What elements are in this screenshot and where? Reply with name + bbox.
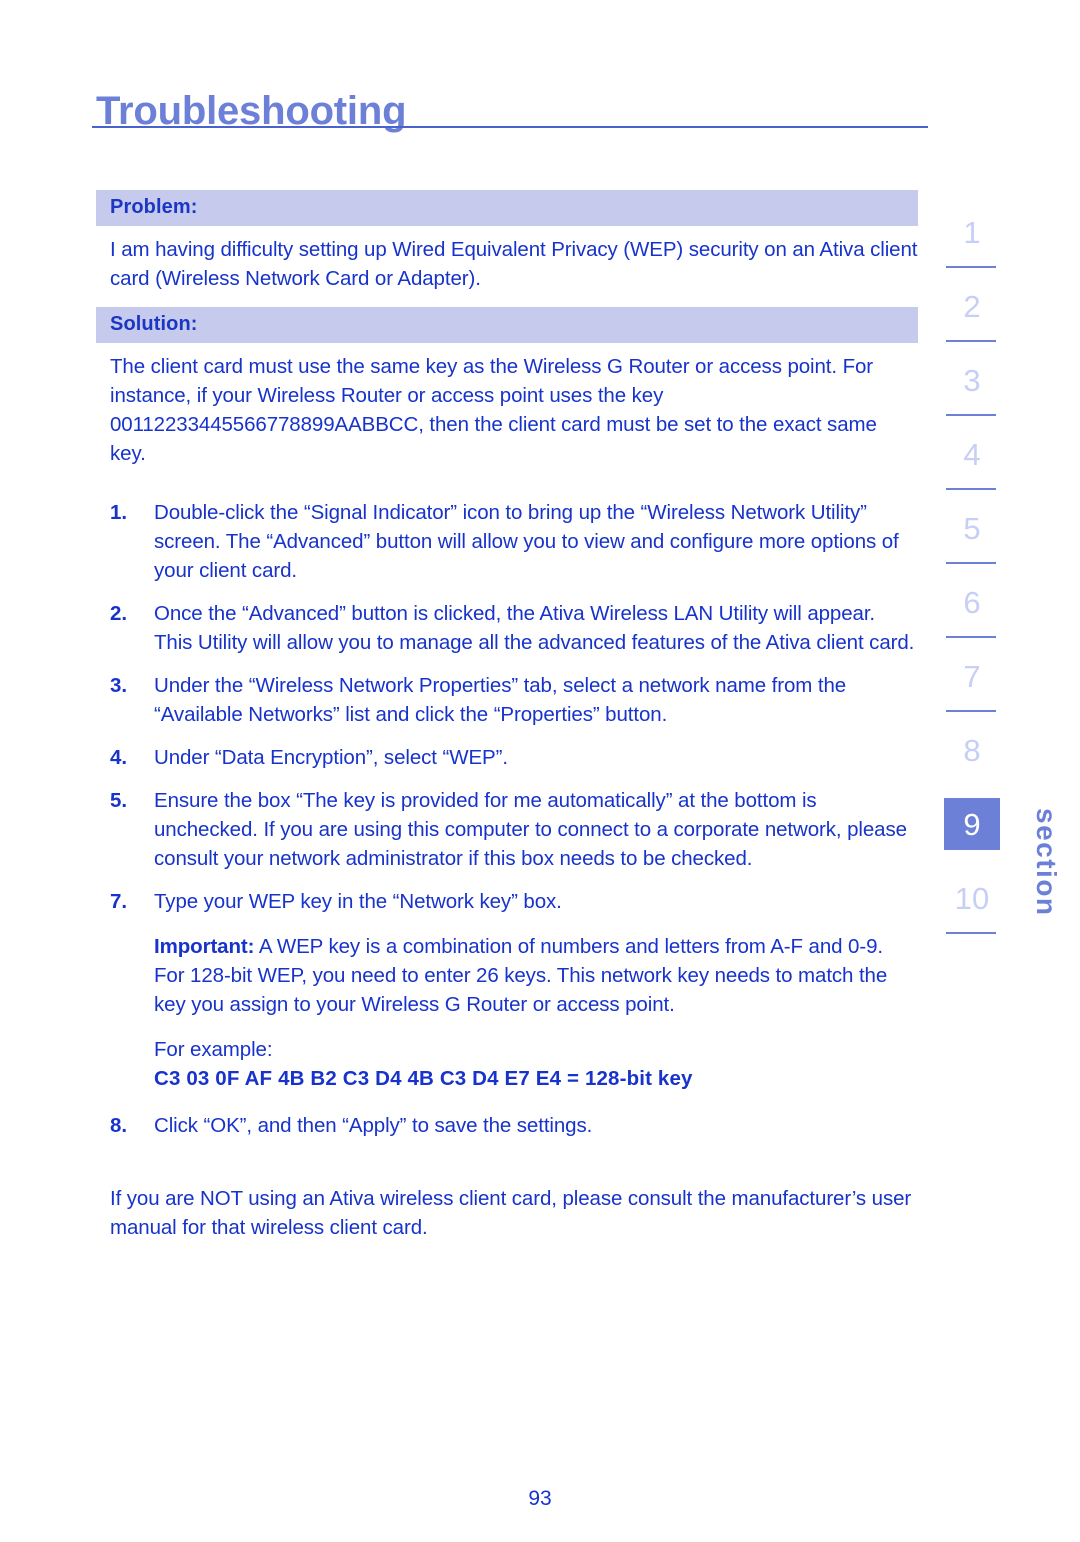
document-page: Troubleshooting Problem: I am having dif… [0, 0, 1080, 1542]
section-tab-2[interactable]: 2 [944, 280, 1016, 354]
section-tab-divider [946, 414, 996, 416]
section-tab-number: 1 [963, 214, 981, 250]
step-number: 3. [110, 674, 128, 697]
section-tab-10[interactable]: 10 [944, 872, 1016, 946]
step-number: 5. [110, 789, 128, 812]
section-tab-5[interactable]: 5 [944, 502, 1016, 576]
section-tab-7[interactable]: 7 [944, 650, 1016, 724]
step-text: Under the “Wireless Network Properties” … [154, 674, 847, 726]
section-rail-label: section [1031, 808, 1062, 917]
section-tab-number: 7 [963, 658, 981, 694]
section-tab-number: 2 [963, 288, 981, 324]
list-item: 8. Click “OK”, and then “Apply” to save … [110, 1111, 918, 1140]
section-tab-divider [946, 710, 996, 712]
step-number: 7. [110, 890, 128, 913]
section-tab-1[interactable]: 1 [944, 206, 1016, 280]
step-number: 8. [110, 1114, 128, 1137]
list-item: 3. Under the “Wireless Network Propertie… [110, 671, 918, 729]
step-text: Type your WEP key in the “Network key” b… [154, 890, 562, 913]
important-label: Important: [154, 935, 255, 958]
step-text: Click “OK”, and then “Apply” to save the… [154, 1114, 593, 1137]
list-item: 7. Type your WEP key in the “Network key… [110, 887, 918, 1093]
section-tab-number: 6 [963, 584, 981, 620]
section-tab-divider [946, 636, 996, 638]
problem-text: I am having difficulty setting up Wired … [110, 238, 918, 290]
section-tab-divider [946, 340, 996, 342]
step-text: Ensure the box “The key is provided for … [154, 789, 907, 870]
section-rail: 1 2 3 4 5 6 7 8 9 10 [944, 206, 1016, 946]
section-tab-divider [946, 488, 996, 490]
important-text: A WEP key is a combination of numbers an… [154, 935, 888, 1016]
list-item: 4. Under “Data Encryption”, select “WEP”… [110, 743, 918, 772]
section-tab-9-active[interactable]: 9 [944, 798, 1016, 872]
section-tab-number: 8 [963, 732, 981, 768]
section-tab-divider [946, 562, 996, 564]
solution-intro: The client card must use the same key as… [110, 355, 877, 465]
list-item: 5. Ensure the box “The key is provided f… [110, 786, 918, 873]
content-column: Problem: I am having difficulty setting … [96, 190, 918, 1242]
step-number: 4. [110, 746, 128, 769]
section-tab-6[interactable]: 6 [944, 576, 1016, 650]
section-tab-number: 10 [954, 880, 990, 916]
list-item: 2. Once the “Advanced” button is clicked… [110, 599, 918, 657]
section-tab-number: 4 [963, 436, 981, 472]
title-divider [92, 126, 928, 128]
step-text-group: Type your WEP key in the “Network key” b… [154, 887, 918, 1093]
example-label: For example: [154, 1038, 273, 1061]
section-tab-divider [946, 266, 996, 268]
important-note: Important: A WEP key is a combination of… [154, 932, 918, 1019]
closing-paragraph: If you are NOT using an Ativa wireless c… [110, 1187, 912, 1239]
section-tab-4[interactable]: 4 [944, 428, 1016, 502]
solution-steps: 1. Double-click the “Signal Indicator” i… [96, 498, 918, 1140]
step-text: Under “Data Encryption”, select “WEP”. [154, 746, 508, 769]
section-tab-3[interactable]: 3 [944, 354, 1016, 428]
example-key: C3 03 0F AF 4B B2 C3 D4 4B C3 D4 E7 E4 =… [154, 1067, 693, 1090]
section-tab-8[interactable]: 8 [944, 724, 1016, 798]
step-text: Double-click the “Signal Indicator” icon… [154, 501, 899, 582]
section-tab-divider [946, 932, 996, 934]
step-number: 2. [110, 602, 128, 625]
list-item: 1. Double-click the “Signal Indicator” i… [110, 498, 918, 585]
problem-heading: Problem: [96, 190, 918, 226]
step-number: 1. [110, 501, 128, 524]
solution-heading: Solution: [96, 307, 918, 343]
section-tab-number: 5 [963, 510, 981, 546]
section-tab-number: 3 [963, 362, 981, 398]
page-number: 93 [528, 1487, 552, 1510]
section-tab-number: 9 [944, 798, 1000, 850]
step-text: Once the “Advanced” button is clicked, t… [154, 602, 915, 654]
